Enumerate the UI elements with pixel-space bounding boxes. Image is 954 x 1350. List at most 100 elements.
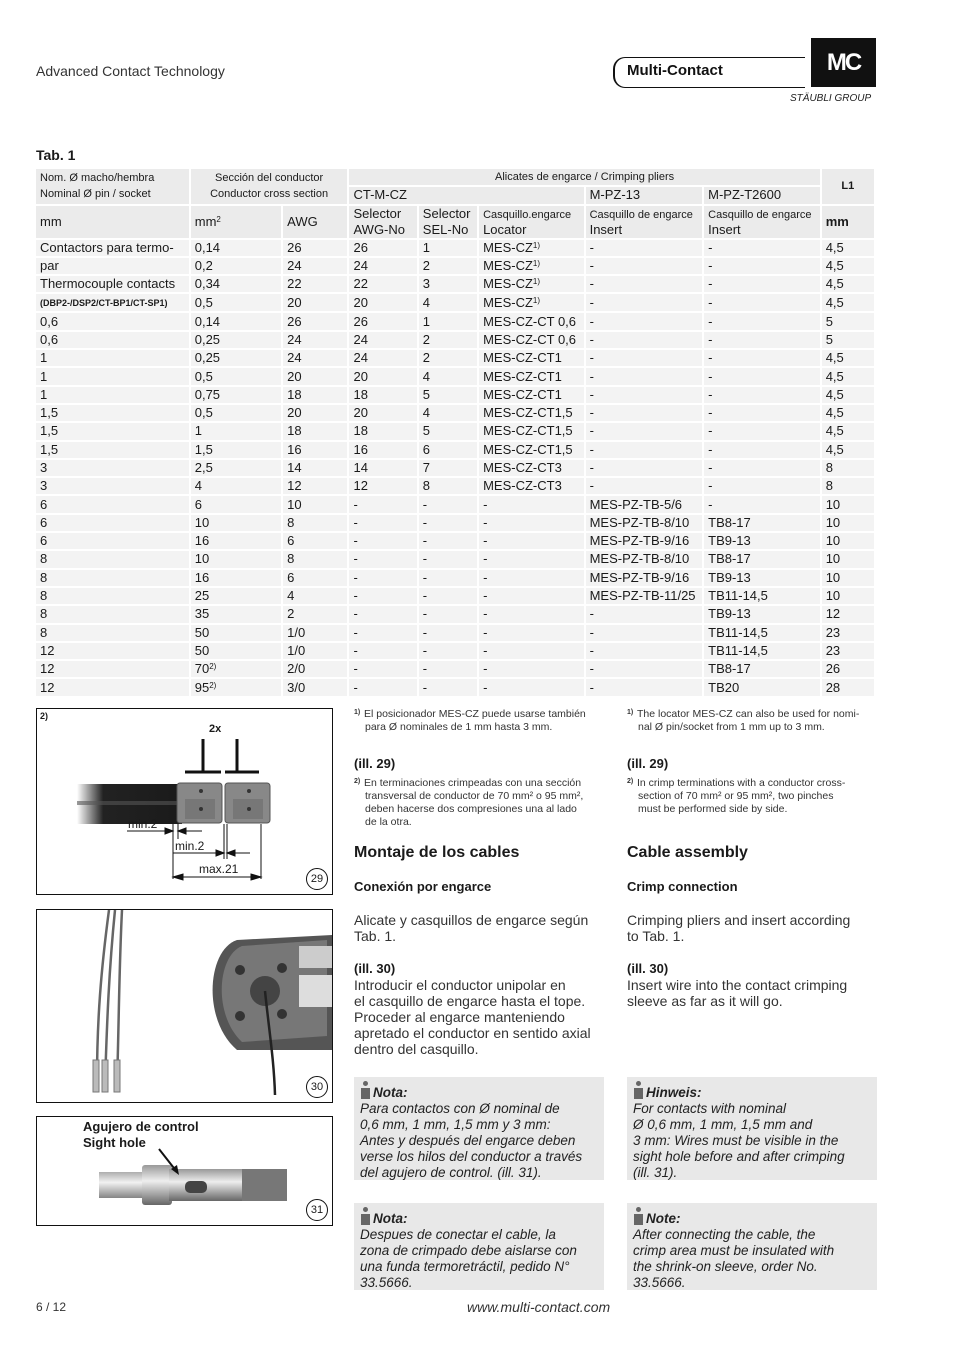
- cell-awgno: -: [349, 587, 417, 605]
- table-row: 12 50 1/0- - - - TB11-14,5 23: [36, 642, 874, 660]
- cell-sel: -: [418, 661, 478, 678]
- cell-loc: -: [479, 661, 584, 678]
- footnote-2-es: 2) En terminaciones crimpeadas con una se…: [354, 777, 584, 828]
- note-2-en: Note: After connecting the cable, the cri…: [627, 1203, 877, 1290]
- cell-pz13: MES-PZ-TB-8/10: [585, 514, 703, 532]
- cell-mm2: 0,5: [190, 294, 282, 312]
- crimp-count-label: 2x: [209, 723, 222, 735]
- ill-30-es: (ill. 30): [354, 961, 396, 976]
- cell-pz13: -: [585, 294, 703, 312]
- cell-t2600: TB11-14,5: [704, 587, 820, 605]
- cell-sel: 4: [418, 368, 478, 385]
- cell-mm2: 16: [190, 533, 282, 550]
- cell-pz13: MES-PZ-TB-9/16: [585, 533, 703, 550]
- table-row: 12 952) 3/0- - - - TB20 28: [36, 679, 874, 696]
- cell-mm2: 0,25: [190, 331, 282, 349]
- cell-pz13: -: [585, 661, 703, 678]
- cell-pz13: -: [585, 423, 703, 440]
- table-row: 0,6 0,14 26 26 1 MES-CZ-CT 0,6- -5: [36, 313, 874, 330]
- cell-l1: 4,5: [821, 441, 874, 458]
- cell-l1: 28: [821, 679, 874, 696]
- header-tool-ct-m-cz: CT-M-CZ: [349, 187, 584, 204]
- cell-sel: 7: [418, 459, 478, 477]
- cell-t2600: -: [704, 331, 820, 349]
- table-row: 1,5 1 18 18 5 MES-CZ-CT1,5- -4,5: [36, 423, 874, 440]
- figure-31: Agujero de control Sight hole 31: [36, 1116, 333, 1226]
- cell-awg: 6: [283, 533, 348, 550]
- cell-loc: MES-CZ-CT1: [479, 386, 584, 403]
- cell-t2600: -: [704, 404, 820, 422]
- cell-l1: 4,5: [821, 276, 874, 293]
- cell-t2600: -: [704, 313, 820, 330]
- table-row: 6 16 6- - - MES-PZ-TB-9/16 TB9-13 10: [36, 533, 874, 550]
- cell-pz13: -: [585, 624, 703, 641]
- cell-nom: 1: [36, 386, 189, 403]
- cell-loc: -: [479, 551, 584, 568]
- cell-mm2: 25: [190, 587, 282, 605]
- cell-pz13: MES-PZ-TB-8/10: [585, 551, 703, 568]
- figure-30: 30: [36, 909, 333, 1103]
- header-tagline: Advanced Contact Technology: [36, 63, 225, 79]
- header-selector-awg: Selector AWG-No: [349, 205, 417, 238]
- cell-awg: 12: [283, 478, 348, 495]
- cell-awgno: 16: [349, 441, 417, 458]
- cell-mm2: 50: [190, 642, 282, 660]
- cell-loc: MES-CZ-CT 0,6: [479, 331, 584, 349]
- cell-sel: 5: [418, 386, 478, 403]
- cell-pz13: -: [585, 478, 703, 495]
- table-row: Contactors para termo- 0,14 26 26 1 MES-CZ1) -…: [36, 239, 874, 256]
- header-awg: AWG: [283, 205, 348, 238]
- cell-awgno: 20: [349, 294, 417, 312]
- cell-awgno: -: [349, 551, 417, 568]
- dimension-min2-a: min.2: [128, 817, 158, 831]
- cell-t2600: TB8-17: [704, 551, 820, 568]
- cell-awgno: 18: [349, 423, 417, 440]
- cell-mm2: 0,5: [190, 368, 282, 385]
- ill-29-es: (ill. 29): [354, 756, 396, 771]
- info-icon: [360, 1081, 371, 1099]
- cell-nom: 6: [36, 533, 189, 550]
- cell-loc: MES-CZ-CT3: [479, 459, 584, 477]
- cell-nom: 6: [36, 514, 189, 532]
- cell-t2600: TB8-17: [704, 514, 820, 532]
- cell-mm2: 2,5: [190, 459, 282, 477]
- cell-l1: 4,5: [821, 423, 874, 440]
- wires: [95, 910, 124, 1086]
- cell-l1: 5: [821, 313, 874, 330]
- cell-mm2: 0,5: [190, 404, 282, 422]
- table-row: Thermocouple contacts 0,34 22 22 3 MES-CZ1) - -…: [36, 276, 874, 293]
- cell-nom: 3: [36, 459, 189, 477]
- cell-pz13: MES-PZ-TB-11/25: [585, 587, 703, 605]
- cell-nom: 3: [36, 478, 189, 495]
- cell-sel: 3: [418, 276, 478, 293]
- brand-name: Multi-Contact: [627, 62, 723, 79]
- cell-nom: 12: [36, 661, 189, 678]
- cell-sel: -: [418, 679, 478, 696]
- cell-awgno: 12: [349, 478, 417, 495]
- cell-pz13: -: [585, 404, 703, 422]
- cell-l1: 12: [821, 606, 874, 623]
- cell-l1: 8: [821, 478, 874, 495]
- cell-l1: 4,5: [821, 386, 874, 403]
- cell-sel: -: [418, 606, 478, 623]
- cell-nom: 1,5: [36, 404, 189, 422]
- paragraph-2-es: Introducir el conductor unipolar en el ca…: [354, 977, 591, 1057]
- cell-nom: (DBP2-/DSP2/CT-BP1/CT-SP1): [36, 294, 189, 312]
- cell-sel: 1: [418, 239, 478, 256]
- note-2-es: Nota: Despues de conectar el cable, la zo…: [354, 1203, 604, 1290]
- cell-nom: 0,6: [36, 331, 189, 349]
- cell-loc: -: [479, 642, 584, 660]
- ill-29-en: (ill. 29): [627, 756, 669, 771]
- cell-loc: -: [479, 533, 584, 550]
- website-link[interactable]: www.multi-contact.com: [467, 1299, 610, 1315]
- cell-loc: MES-CZ1): [479, 276, 584, 293]
- cell-l1: 10: [821, 569, 874, 586]
- info-icon: [633, 1081, 644, 1099]
- cell-l1: 26: [821, 661, 874, 678]
- cell-loc: -: [479, 587, 584, 605]
- cell-loc: -: [479, 624, 584, 641]
- cell-nom: 8: [36, 551, 189, 568]
- cell-sel: -: [418, 496, 478, 513]
- cell-t2600: -: [704, 496, 820, 513]
- cell-loc: -: [479, 679, 584, 696]
